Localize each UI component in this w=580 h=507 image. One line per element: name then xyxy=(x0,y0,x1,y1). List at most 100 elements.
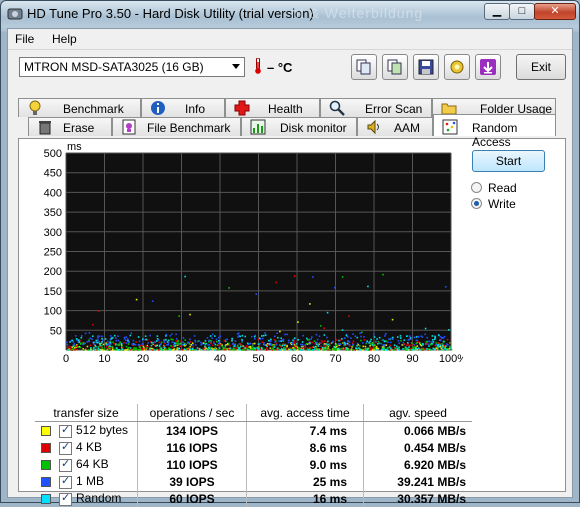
title-bar[interactable]: HD Tune Pro 3.50 - Hard Disk Utility (tr… xyxy=(1,1,579,28)
scatter-point xyxy=(125,336,127,338)
scatter-point xyxy=(244,347,246,349)
scatter-point xyxy=(393,349,395,351)
drive-select[interactable]: MTRON MSD-SATA3025 (16 GB) xyxy=(19,57,245,77)
download-button[interactable] xyxy=(475,54,501,80)
scatter-point xyxy=(286,333,288,336)
scatter-point xyxy=(221,345,223,348)
scatter-point xyxy=(341,338,343,340)
scatter-point xyxy=(378,336,381,339)
maximize-button[interactable]: □ xyxy=(509,3,535,20)
series-checkbox[interactable] xyxy=(59,440,72,455)
exit-button[interactable]: Exit xyxy=(516,54,566,80)
scatter-point xyxy=(149,347,151,350)
scatter-point xyxy=(368,349,371,351)
menu-file[interactable]: File xyxy=(15,32,34,46)
close-button[interactable]: ✕ xyxy=(534,3,576,20)
scatter-point xyxy=(222,347,225,349)
scatter-point xyxy=(424,343,427,345)
scatter-point xyxy=(398,342,401,345)
tab-benchmark[interactable]: Benchmark xyxy=(18,98,141,117)
options-button[interactable] xyxy=(444,54,470,80)
tab-info[interactable]: Info xyxy=(141,98,225,117)
scatter-point xyxy=(94,343,96,346)
scatter-point-outlier xyxy=(444,286,447,288)
scatter-point xyxy=(180,340,183,342)
scatter-point xyxy=(206,348,209,350)
scatter-point xyxy=(442,340,445,343)
tab-aam[interactable]: AAM xyxy=(357,117,433,136)
start-button[interactable]: Start xyxy=(472,150,545,172)
scatter-point xyxy=(339,343,342,346)
tab-error-scan[interactable]: Error Scan xyxy=(320,98,432,117)
scatter-point xyxy=(237,347,240,349)
minimize-button[interactable]: ▁ xyxy=(484,3,510,20)
series-checkbox[interactable] xyxy=(59,423,72,438)
scatter-point xyxy=(414,348,417,351)
scatter-point xyxy=(138,340,141,343)
scatter-point xyxy=(390,337,392,340)
scatter-point xyxy=(192,346,195,348)
scatter-point xyxy=(428,345,430,347)
series-checkbox[interactable] xyxy=(59,457,72,472)
series-checkbox[interactable] xyxy=(59,491,72,506)
scatter-point xyxy=(377,340,380,343)
menu-help[interactable]: Help xyxy=(52,32,77,46)
scatter-point xyxy=(156,340,158,342)
scatter-point xyxy=(298,347,300,350)
scatter-point xyxy=(264,334,267,336)
scatter-point xyxy=(177,341,179,343)
scatter-point xyxy=(165,348,168,351)
scatter-point xyxy=(251,345,254,348)
save-screenshot-button[interactable] xyxy=(413,54,439,80)
scatter-point xyxy=(320,339,323,342)
scatter-point-outlier xyxy=(312,276,314,278)
scatter-point xyxy=(326,336,328,339)
y-axis-unit-label: ms xyxy=(67,141,82,153)
copy-info-button[interactable] xyxy=(351,54,377,80)
thermometer-icon xyxy=(255,58,261,74)
scatter-point xyxy=(352,344,354,346)
scatter-point-outlier xyxy=(98,310,100,312)
client-area: File Help MTRON MSD-SATA3025 (16 GB) – °… xyxy=(7,28,573,507)
scatter-point xyxy=(178,343,181,345)
scatter-point xyxy=(320,345,322,347)
scatter-point xyxy=(231,337,234,340)
scatter-point xyxy=(433,338,436,341)
scatter-point xyxy=(290,341,293,344)
scatter-point xyxy=(348,343,351,346)
scatter-point xyxy=(391,336,394,339)
scatter-point xyxy=(280,337,283,340)
scatter-point xyxy=(242,345,245,347)
x-tick-label: 10 xyxy=(98,353,110,365)
tab-file-benchmark[interactable]: File Benchmark xyxy=(112,117,241,136)
scatter-point xyxy=(74,347,76,349)
scatter-point xyxy=(100,342,103,345)
scatter-point xyxy=(295,346,297,349)
scatter-point xyxy=(296,349,298,351)
scatter-point xyxy=(389,344,392,347)
scatter-point xyxy=(261,348,263,350)
scatter-point xyxy=(193,335,196,337)
scatter-point xyxy=(224,345,227,347)
scatter-point xyxy=(128,349,130,351)
tab-random-access[interactable]: Random Access xyxy=(433,114,556,149)
tab-health[interactable]: Health xyxy=(225,98,320,117)
scatter-point xyxy=(376,347,378,350)
scatter-point xyxy=(246,342,249,345)
series-checkbox[interactable] xyxy=(59,474,72,489)
scatter-point xyxy=(373,343,376,346)
transfer-size-label: Random xyxy=(76,491,122,506)
scatter-point xyxy=(440,339,442,342)
tab-disk-monitor[interactable]: Disk monitor xyxy=(241,117,357,136)
scatter-point xyxy=(355,347,358,350)
scatter-point xyxy=(373,333,375,336)
copy-screenshot-button[interactable] xyxy=(382,54,408,80)
tab-label: Error Scan xyxy=(365,102,423,116)
scatter-point xyxy=(313,340,316,343)
scatter-point xyxy=(211,344,214,347)
scatter-point xyxy=(119,341,121,344)
tab-erase[interactable]: Erase xyxy=(28,117,112,136)
scatter-point xyxy=(419,342,421,344)
scatter-point xyxy=(333,347,336,350)
scatter-point xyxy=(115,347,118,349)
